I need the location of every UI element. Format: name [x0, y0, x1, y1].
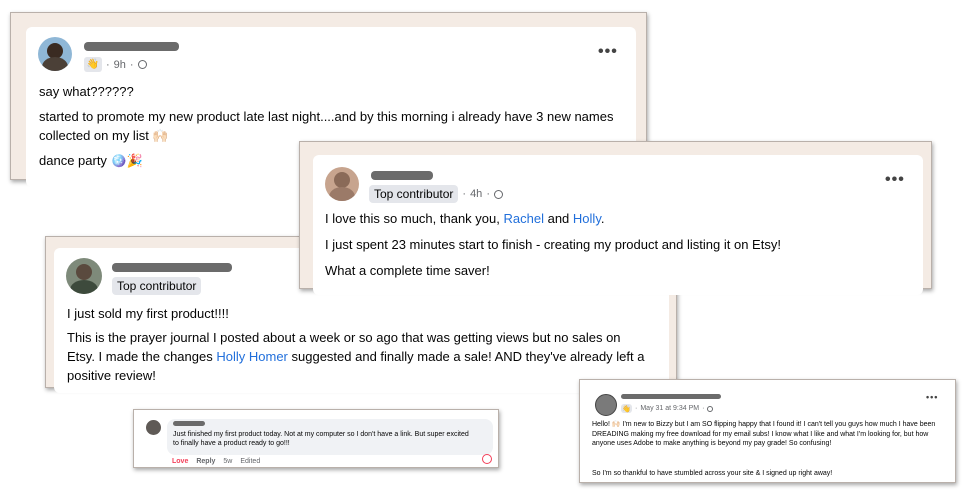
comment-card: Just finished my first product today. No… — [133, 409, 499, 468]
post-line-2: I just spent 23 minutes start to finish … — [325, 237, 781, 252]
love-button[interactable]: Love — [172, 458, 188, 465]
post-card-2: Top contributor · 4h · ••• I love this s… — [299, 141, 932, 295]
globe-icon — [707, 405, 714, 412]
post-time: 9h — [113, 58, 126, 71]
avatar[interactable] — [325, 167, 359, 201]
author-name-redacted — [621, 394, 721, 399]
more-options-icon[interactable]: ••• — [598, 43, 618, 61]
comment-time: 5w — [223, 458, 233, 465]
avatar[interactable] — [66, 258, 102, 294]
post-text: . — [600, 211, 605, 226]
avatar[interactable] — [38, 37, 72, 71]
post-line-2: So I'm so thankful to have stumbled acro… — [592, 470, 833, 477]
mention-link[interactable]: Holly — [573, 211, 601, 226]
reply-button[interactable]: Reply — [196, 458, 215, 465]
more-options-icon[interactable]: ••• — [885, 171, 905, 189]
post-line-3: What a complete time saver! — [325, 263, 490, 278]
post-time: 4h — [470, 188, 483, 200]
comment-actions: Love Reply 5w Edited — [172, 458, 260, 465]
post-meta: Top contributor · 4h · — [369, 185, 503, 203]
badge-icon: 👋 — [84, 57, 102, 72]
post-line-1: say what?????? — [39, 84, 134, 99]
heart-reaction-icon[interactable] — [482, 454, 492, 464]
author-name-redacted — [173, 421, 205, 426]
author-name-redacted — [84, 42, 179, 51]
post-meta: 👋 · May 31 at 9:34 PM · — [621, 404, 714, 413]
post-time: May 31 at 9:34 PM — [640, 405, 700, 412]
comment-text: Just finished my first product today. No… — [173, 431, 469, 447]
globe-icon — [137, 60, 147, 69]
post-text: and — [547, 211, 570, 226]
post-line-2: This is the prayer journal I posted abou… — [67, 328, 652, 385]
post-text: I love this so much, thank you, — [325, 211, 500, 226]
mention-link[interactable]: Holly Homer — [216, 349, 288, 364]
top-contributor-badge: Top contributor — [112, 277, 202, 295]
globe-icon — [493, 189, 503, 199]
badge-icon: 👋 — [621, 404, 632, 413]
avatar[interactable] — [595, 394, 617, 416]
author-name-redacted — [371, 171, 433, 180]
post-card-5: 👋 · May 31 at 9:34 PM · ••• Hello! 🙌🏻 I'… — [579, 379, 956, 483]
more-options-icon[interactable]: ••• — [926, 392, 938, 402]
post-line-1: I love this so much, thank you, Rachel a… — [325, 209, 915, 228]
comment-bubble: Just finished my first product today. No… — [167, 419, 493, 455]
post-line-1: I just sold my first product!!!! — [67, 306, 229, 321]
post-meta: 👋 · 9h · — [84, 57, 147, 72]
post-line-1: Hello! 🙌🏻 I'm new to Bizzy but I am SO f… — [592, 421, 936, 447]
avatar[interactable] — [146, 420, 161, 435]
author-name-redacted — [112, 263, 232, 272]
edited-label: Edited — [240, 458, 261, 465]
top-contributor-badge: Top contributor — [369, 185, 459, 203]
mention-link[interactable]: Rachel — [504, 211, 544, 226]
post-meta: Top contributor — [112, 277, 202, 295]
post-line-2: started to promote my new product late l… — [39, 109, 614, 143]
